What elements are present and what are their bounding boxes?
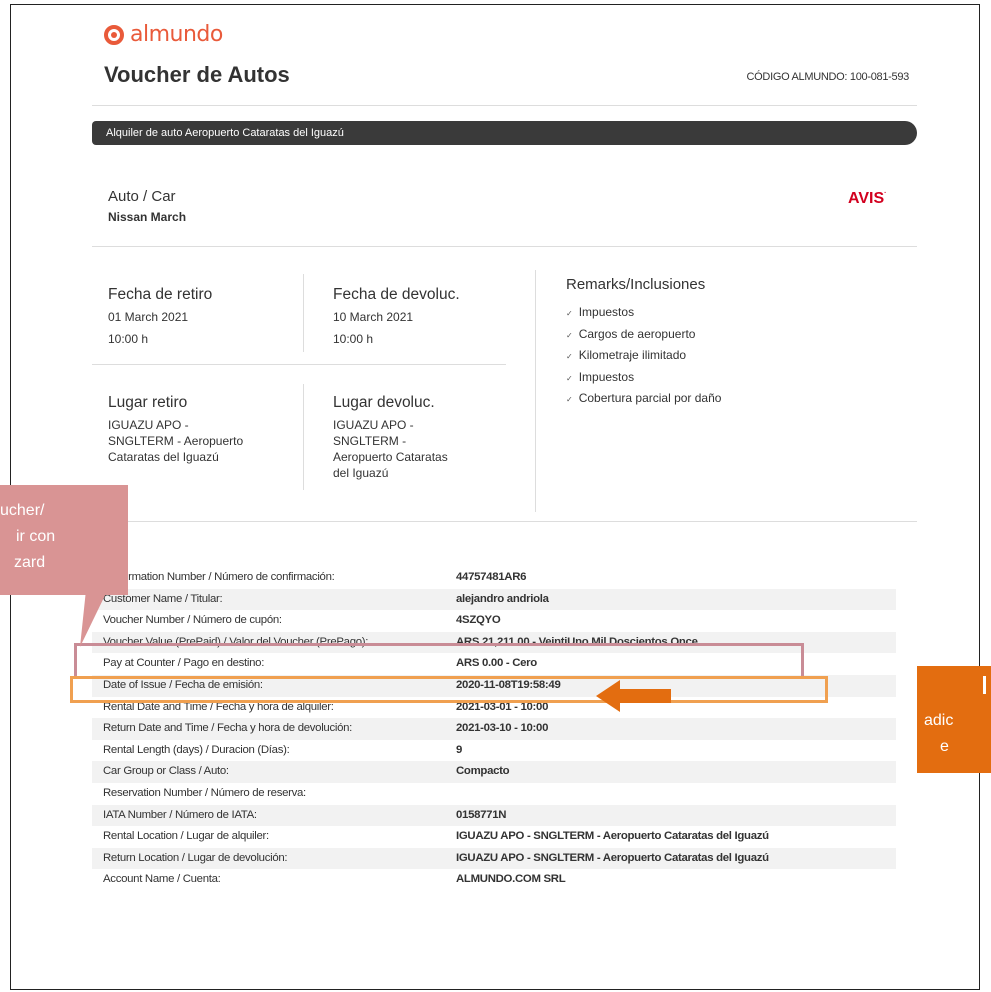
remark-item: Cobertura parcial por daño <box>566 390 722 412</box>
detail-label: Rental Length (days) / Duracion (Días): <box>103 743 290 756</box>
annotation-left-text: ucher/ ir con zard <box>0 498 55 576</box>
return-time: 10:00 h <box>333 332 374 346</box>
pickup-place: IGUAZU APO - SNGLTERM - Aeropuerto Catar… <box>108 418 244 464</box>
return-date-heading: Fecha de devoluc. <box>333 286 460 303</box>
remark-item: Cargos de aeropuerto <box>566 326 721 348</box>
pickup-time: 10:00 h <box>108 332 149 346</box>
voucher-value-highlight <box>74 643 804 679</box>
pickup-place-heading: Lugar retiro <box>108 394 188 411</box>
remarks-list: Impuestos Cargos de aeropuerto Kilometra… <box>566 304 722 412</box>
detail-label: IATA Number / Número de IATA: <box>103 808 257 821</box>
almundo-logo: almundo <box>104 22 223 47</box>
annotation-right-text: adic e <box>924 690 953 760</box>
section-bar: Alquiler de auto Aeropuerto Cataratas de… <box>92 121 917 145</box>
annotation-line: e <box>940 738 949 755</box>
detail-row: Voucher Number / Número de cupón: 4SZQYO <box>92 610 896 632</box>
pickup-date-heading: Fecha de retiro <box>108 286 213 303</box>
detail-label: Car Group or Class / Auto: <box>103 765 229 778</box>
divider <box>92 364 506 365</box>
callout-pointer <box>80 552 126 647</box>
detail-row: Account Name / Cuenta: ALMUNDO.COM SRL <box>92 869 896 891</box>
divider <box>535 270 536 512</box>
avis-logo: AVIS· <box>848 190 887 207</box>
detail-label: Rental Location / Lugar de alquiler: <box>103 830 269 843</box>
remark-item: Impuestos <box>566 304 721 326</box>
annotation-line: zard <box>14 554 46 571</box>
detail-row: Reservation Number / Número de reserva: <box>92 783 896 805</box>
detail-label: Confirmation Number / Número de confirma… <box>103 571 335 583</box>
details-table: Confirmation Number / Número de confirma… <box>92 567 896 891</box>
pickup-date: 01 March 2021 <box>108 310 189 324</box>
return-date: 10 March 2021 <box>333 310 414 324</box>
detail-value: ALMUNDO.COM SRL <box>456 873 566 886</box>
detail-label: Reservation Number / Número de reserva: <box>103 786 306 799</box>
annotation-glyph <box>983 676 986 694</box>
detail-row: Customer Name / Titular: alejandro andrio… <box>92 588 896 611</box>
return-place: IGUAZU APO - SNGLTERM - Aeropuerto Catar… <box>333 418 448 480</box>
return-place-heading: Lugar devoluc. <box>333 394 435 411</box>
detail-value: 44757481AR6 <box>456 571 527 583</box>
detail-label: Return Location / Lugar de devolución: <box>103 851 288 864</box>
remark-item: Impuestos <box>566 369 721 391</box>
car-heading: Auto / Car <box>108 188 176 205</box>
detail-row: IATA Number / Número de IATA: 0158771N <box>92 804 896 827</box>
annotation-line: adic <box>924 712 954 729</box>
almundo-code: CÓDIGO ALMUNDO: 100-081-593 <box>746 71 910 83</box>
pay-at-counter-highlight <box>70 676 828 703</box>
detail-label: Customer Name / Titular: <box>103 592 223 605</box>
divider <box>303 274 304 352</box>
detail-value: 0158771N <box>456 808 507 821</box>
divider <box>303 384 304 490</box>
page-title: Voucher de Autos <box>104 62 290 87</box>
detail-value: 9 <box>456 743 463 756</box>
detail-row: Car Group or Class / Auto: Compacto <box>92 761 896 783</box>
detail-label: Account Name / Cuenta: <box>103 873 221 886</box>
detail-value <box>451 783 456 805</box>
detail-label: Voucher Number / Número de cupón: <box>103 614 282 627</box>
detail-row: Rental Location / Lugar de alquiler: IGUA… <box>92 826 896 848</box>
detail-value: alejandro andriola <box>456 592 549 605</box>
remark-item: Kilometraje ilimitado <box>566 347 721 369</box>
annotation-line: ucher/ <box>0 502 45 519</box>
divider <box>92 105 917 106</box>
detail-value: IGUAZU APO - SNGLTERM - Aeropuerto Catar… <box>456 830 769 843</box>
divider <box>92 521 917 522</box>
detail-value: 2021-03-10 - 10:00 <box>456 722 549 735</box>
detail-value: Compacto <box>456 765 510 778</box>
divider <box>92 246 917 247</box>
detail-row: Confirmation Number / Número de confirma… <box>92 567 896 589</box>
car-model: Nissan March <box>108 210 187 224</box>
annotation-line: ir con <box>16 528 56 545</box>
detail-row: Return Location / Lugar de devolución: IG… <box>92 847 896 870</box>
detail-value: IGUAZU APO - SNGLTERM - Aeropuerto Catar… <box>456 851 769 864</box>
detail-row: Return Date and Time / Fecha y hora de d… <box>92 718 896 740</box>
remarks-heading: Remarks/Inclusiones <box>566 276 706 293</box>
detail-label: Return Date and Time / Fecha y hora de d… <box>103 722 353 735</box>
brand-name: almundo <box>130 22 223 47</box>
detail-row: Rental Length (days) / Duracion (Días): 9 <box>92 740 896 762</box>
almundo-logo-icon <box>104 24 124 45</box>
arrow-left-icon <box>596 680 671 712</box>
detail-value: 4SZQYO <box>456 614 501 627</box>
